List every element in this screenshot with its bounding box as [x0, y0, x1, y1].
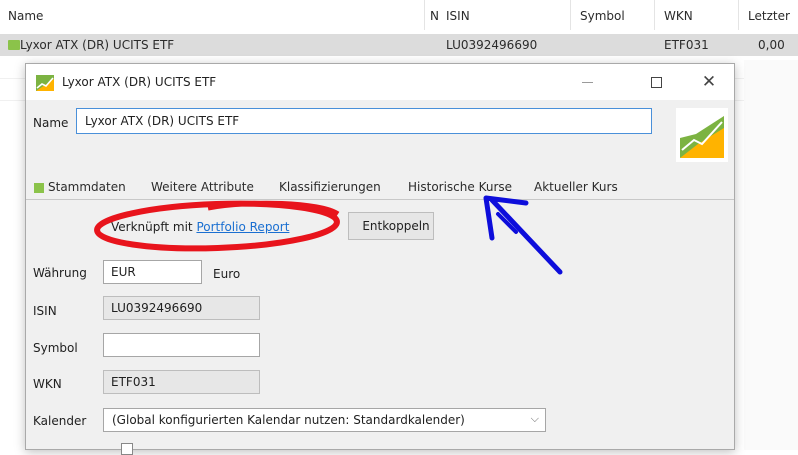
tab-historische-kurse[interactable]: Historische Kurse	[408, 180, 512, 194]
title-bar[interactable]: Lyxor ATX (DR) UCITS ETF ✕	[26, 64, 734, 100]
calendar-value: (Global konfigurierten Kalendar nutzen: …	[112, 413, 465, 427]
tab-icon	[34, 183, 44, 193]
row-last: 0,00	[758, 38, 785, 52]
security-icon	[8, 40, 20, 50]
chevron-down-icon: ⌵	[530, 412, 539, 425]
tab-divider	[26, 199, 734, 200]
tab-aktueller-kurs[interactable]: Aktueller Kurs	[534, 180, 618, 194]
isin-field[interactable]: LU0392496690	[103, 296, 260, 320]
row-isin: LU0392496690	[446, 38, 538, 52]
checkbox[interactable]	[121, 443, 133, 455]
table-row[interactable]: Lyxor ATX (DR) UCITS ETF LU0392496690 ET…	[0, 34, 798, 56]
tab-stammdaten[interactable]: Stammdaten	[48, 180, 126, 194]
security-chart-logo	[676, 108, 728, 162]
column-header-name[interactable]: Name	[8, 9, 43, 23]
unlink-button[interactable]: Entkoppeln	[348, 212, 434, 240]
currency-field[interactable]: EUR	[103, 260, 202, 284]
column-divider[interactable]	[570, 0, 571, 30]
column-divider[interactable]	[424, 0, 425, 30]
tab-weitere-attribute[interactable]: Weitere Attribute	[151, 180, 254, 194]
row-wkn: ETF031	[664, 38, 709, 52]
table-header: Name N ISIN Symbol WKN Letzter	[0, 0, 798, 30]
currency-label: Währung	[33, 266, 87, 280]
calendar-label: Kalender	[33, 414, 87, 428]
maximize-icon	[650, 76, 662, 88]
symbol-field[interactable]	[103, 333, 260, 357]
calendar-select[interactable]: (Global konfigurierten Kalendar nutzen: …	[103, 408, 546, 432]
maximize-button[interactable]	[633, 64, 679, 100]
row-name: Lyxor ATX (DR) UCITS ETF	[20, 38, 175, 52]
symbol-label: Symbol	[33, 341, 78, 355]
close-icon: ✕	[701, 72, 717, 92]
portfolio-report-link[interactable]: Portfolio Report	[196, 220, 289, 234]
column-header-wkn[interactable]: WKN	[664, 9, 693, 23]
column-divider[interactable]	[738, 0, 739, 30]
dialog-title: Lyxor ATX (DR) UCITS ETF	[62, 75, 217, 89]
tab-klassifizierungen[interactable]: Klassifizierungen	[279, 180, 381, 194]
column-header-isin[interactable]: ISIN	[446, 9, 470, 23]
column-divider[interactable]	[654, 0, 655, 30]
minimize-button[interactable]	[564, 64, 610, 100]
security-edit-dialog: Lyxor ATX (DR) UCITS ETF ✕ Name Lyxor AT…	[25, 63, 735, 455]
linked-status: Verknüpft mit Portfolio Report	[111, 220, 289, 234]
linked-prefix: Verknüpft mit	[111, 220, 197, 234]
minimize-icon	[581, 81, 593, 83]
column-header-last[interactable]: Letzter	[748, 9, 790, 23]
isin-label: ISIN	[33, 304, 57, 318]
name-label: Name	[33, 116, 69, 130]
name-field[interactable]: Lyxor ATX (DR) UCITS ETF	[76, 108, 652, 134]
currency-name: Euro	[213, 267, 241, 281]
column-header-n[interactable]: N	[430, 9, 439, 23]
app-chart-icon	[36, 75, 54, 91]
close-button[interactable]: ✕	[686, 64, 732, 100]
column-header-symbol[interactable]: Symbol	[580, 9, 625, 23]
wkn-field[interactable]: ETF031	[103, 370, 260, 394]
wkn-label: WKN	[33, 377, 62, 391]
table-background	[744, 60, 798, 450]
tab-bar: Stammdaten Weitere Attribute Klassifizie…	[26, 177, 734, 199]
